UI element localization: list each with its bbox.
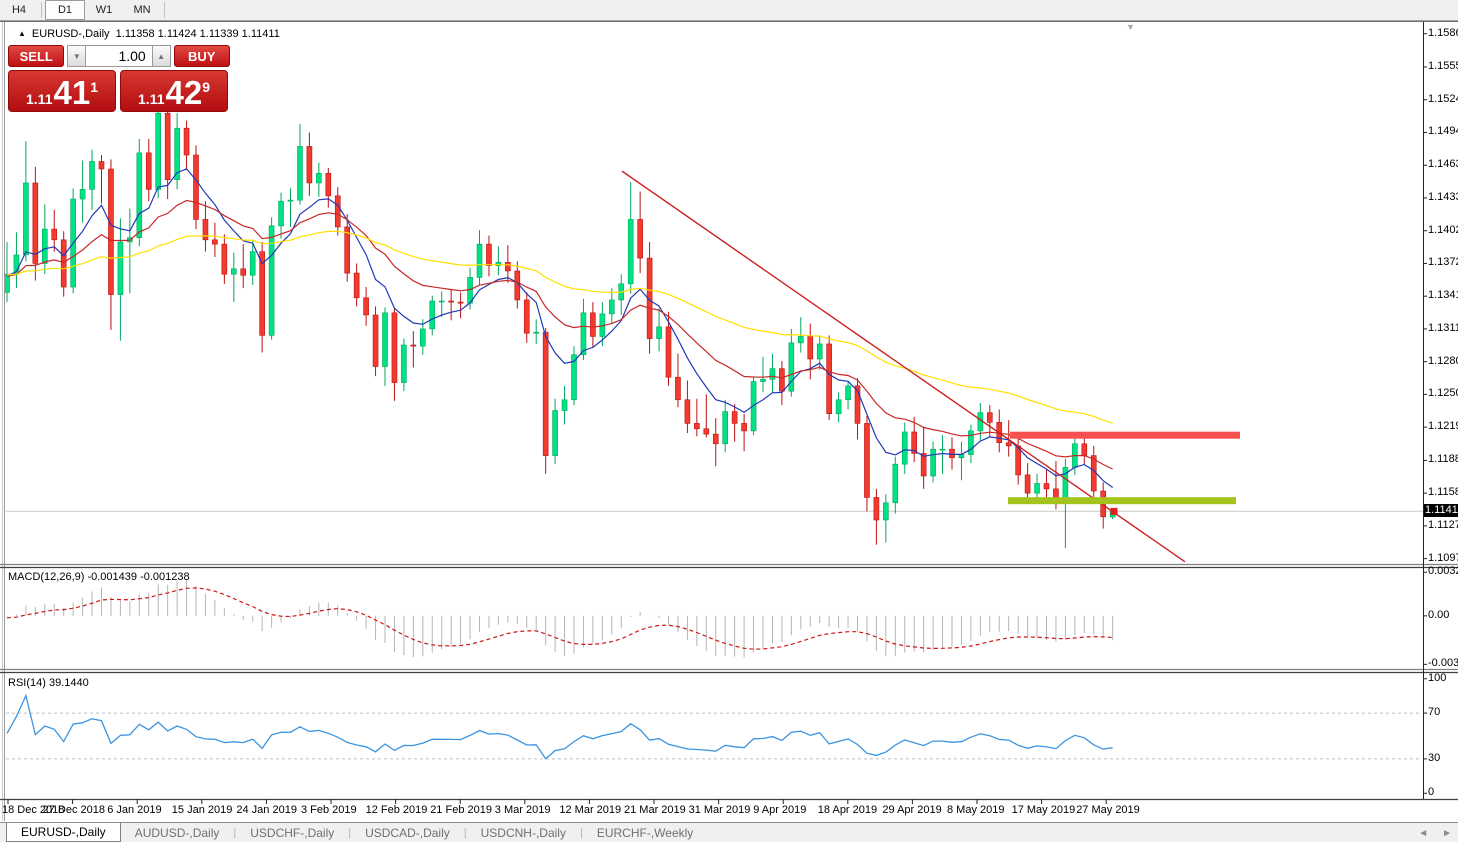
timeframe-button-w1[interactable]: W1 — [85, 0, 123, 20]
chart-title-symbol: EURUSD-,Daily — [32, 28, 110, 40]
sell-price-small: 1.11 — [26, 90, 52, 108]
date-axis-label: 6 Jan 2019 — [107, 804, 161, 816]
date-axis-label: 17 May 2019 — [1012, 804, 1076, 816]
bottom-tab-eurchf[interactable]: EURCHF-,Weekly — [583, 823, 707, 842]
price-axis-tick: 1.15860 — [1428, 27, 1458, 39]
tab-scroll-arrows: ◄ ► — [1418, 823, 1452, 842]
date-axis-label: 3 Feb 2019 — [301, 804, 357, 816]
price-axis-tick: 1.12805 — [1428, 355, 1458, 367]
buy-button[interactable]: BUY — [174, 45, 230, 67]
price-axis-tick: 1.11580 — [1428, 486, 1458, 498]
volume-input[interactable]: 1.00 — [86, 45, 151, 67]
date-axis-label: 3 Mar 2019 — [495, 804, 551, 816]
buy-price-sup: 9 — [202, 80, 210, 94]
macd-axis-tick: -0.00365 — [1428, 657, 1458, 669]
chart-window: ▲ EURUSD-,Daily 1.11358 1.11424 1.11339 1… — [0, 21, 1458, 823]
bottom-tab-usdcnh[interactable]: USDCNH-,Daily — [467, 823, 580, 842]
price-axis-tick: 1.12500 — [1428, 387, 1458, 399]
sell-price-display[interactable]: 1.11 41 1 — [8, 70, 116, 112]
price-axis-tick: 1.14635 — [1428, 158, 1458, 170]
rsi-axis-tick: 100 — [1428, 672, 1446, 684]
price-axis-tick: 1.13720 — [1428, 256, 1458, 268]
chart-title-ohlc: 1.11358 1.11424 1.11339 1.11411 — [116, 28, 280, 40]
bottom-tab-usdchf[interactable]: USDCHF-,Daily — [236, 823, 348, 842]
date-axis-label: 18 Apr 2019 — [818, 804, 877, 816]
tab-scroll-right-icon[interactable]: ► — [1442, 828, 1452, 839]
bottom-tab-bar: EURUSD-,DailyAUDUSD-,Daily|USDCHF-,Daily… — [0, 822, 1458, 842]
price-axis-tick: 1.11275 — [1428, 519, 1458, 531]
macd-axis-tick: 0.00 — [1428, 609, 1449, 621]
sell-button[interactable]: SELL — [8, 45, 64, 67]
rsi-axis-tick: 30 — [1428, 752, 1440, 764]
date-axis-label: 15 Jan 2019 — [172, 804, 233, 816]
price-axis-tick: 1.11885 — [1428, 453, 1458, 465]
date-axis-label: 21 Feb 2019 — [430, 804, 492, 816]
price-axis-tick: 1.14330 — [1428, 191, 1458, 203]
macd-indicator-label: MACD(12,26,9) -0.001439 -0.001238 — [8, 571, 190, 583]
sell-price-sup: 1 — [90, 80, 98, 94]
rsi-axis-tick: 70 — [1428, 706, 1440, 718]
date-axis-label: 8 May 2019 — [947, 804, 1004, 816]
symbol-triangle-icon: ▲ — [18, 29, 26, 38]
buy-price-display[interactable]: 1.11 42 9 — [120, 70, 228, 112]
buy-price-big: 42 — [165, 78, 202, 108]
volume-decrease-button[interactable]: ▼ — [67, 45, 86, 67]
price-axis-tick: 1.15245 — [1428, 93, 1458, 105]
one-click-trading-panel: SELL ▼ 1.00 ▲ BUY 1.11 41 1 1.11 42 9 — [8, 45, 230, 112]
macd-axis-tick: 0.00328 — [1428, 565, 1458, 577]
buy-price-small: 1.11 — [138, 90, 164, 108]
date-axis-label: 27 Dec 2018 — [43, 804, 105, 816]
chart-canvas[interactable] — [0, 22, 1458, 823]
volume-increase-button[interactable]: ▲ — [152, 45, 171, 67]
price-axis-tick: 1.10970 — [1428, 552, 1458, 564]
date-axis-label: 24 Jan 2019 — [236, 804, 297, 816]
timeframe-button-mn[interactable]: MN — [123, 0, 161, 20]
date-axis-label: 21 Mar 2019 — [624, 804, 686, 816]
tab-scroll-left-icon[interactable]: ◄ — [1418, 828, 1428, 839]
date-axis-label: 31 Mar 2019 — [689, 804, 751, 816]
bottom-tab-usdcad[interactable]: USDCAD-,Daily — [351, 823, 464, 842]
bottom-tab-audusd[interactable]: AUDUSD-,Daily — [121, 823, 234, 842]
toolbar-separator — [41, 2, 42, 18]
bottom-tab-eurusd[interactable]: EURUSD-,Daily — [6, 823, 121, 842]
price-axis-tick: 1.13110 — [1428, 322, 1458, 334]
price-axis-tick: 1.12195 — [1428, 420, 1458, 432]
price-axis-tick: 1.15550 — [1428, 60, 1458, 72]
price-axis-tick: 1.13415 — [1428, 289, 1458, 301]
rsi-axis-tick: 0 — [1428, 786, 1434, 798]
date-axis-label: 12 Mar 2019 — [559, 804, 621, 816]
timeframe-button-d1[interactable]: D1 — [45, 0, 85, 20]
timeframe-toolbar: H4 D1W1MN — [0, 0, 1458, 21]
date-axis-label: 29 Apr 2019 — [882, 804, 941, 816]
price-axis-tick: 1.14940 — [1428, 125, 1458, 137]
scroll-to-end-icon[interactable]: ▼ — [1126, 22, 1135, 32]
toolbar-separator — [164, 2, 165, 18]
date-axis-label: 9 Apr 2019 — [753, 804, 806, 816]
sell-price-big: 41 — [53, 78, 90, 108]
date-axis-label: 27 May 2019 — [1076, 804, 1140, 816]
chart-title: ▲ EURUSD-,Daily 1.11358 1.11424 1.11339 1… — [18, 28, 280, 40]
current-price-tag: 1.11411 — [1424, 504, 1458, 517]
date-axis-label: 12 Feb 2019 — [366, 804, 428, 816]
rsi-indicator-label: RSI(14) 39.1440 — [8, 677, 89, 689]
timeframe-button-h4[interactable]: H4 — [0, 0, 38, 20]
price-axis-tick: 1.14025 — [1428, 224, 1458, 236]
mt4-terminal: H4 D1W1MN ▲ EURUSD-,Daily 1.11358 1.11424 … — [0, 0, 1458, 842]
